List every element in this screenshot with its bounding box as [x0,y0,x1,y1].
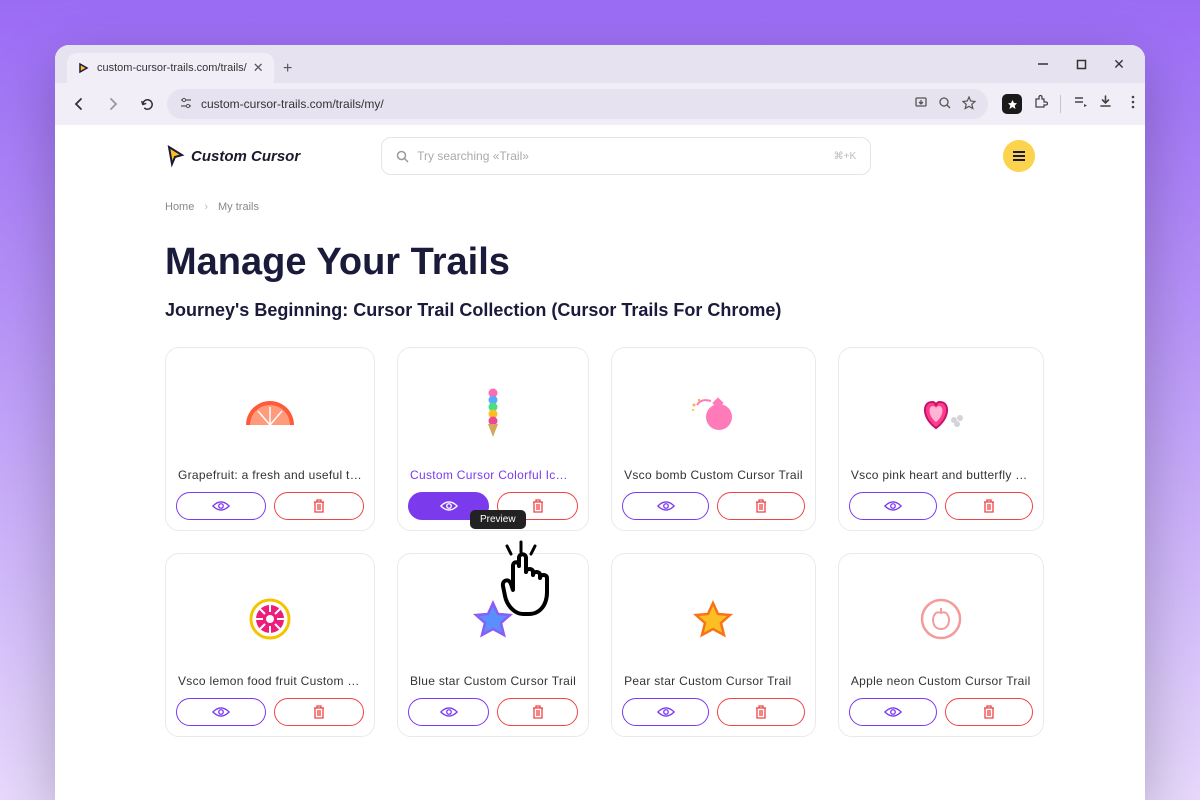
star-icon[interactable] [962,96,976,113]
new-tab-button[interactable]: + [274,55,302,83]
trail-thumbnail [849,358,1033,468]
minimize-icon[interactable] [1035,56,1051,72]
delete-button[interactable] [717,492,804,520]
delete-button[interactable] [274,698,364,726]
breadcrumb-current: My trails [218,201,259,213]
trail-title: Apple neon Custom Cursor Trail [849,674,1033,688]
preview-button[interactable] [622,492,709,520]
trail-title: Pear star Custom Cursor Trail [622,674,805,688]
trail-card: Vsco lemon food fruit Custom … [165,553,375,737]
trail-card: Pear star Custom Cursor Trail [611,553,816,737]
search-icon [396,150,409,163]
trail-title: Vsco lemon food fruit Custom … [176,674,364,688]
browser-tab-bar: custom-cursor-trails.com/trails/ ✕ + ✕ [55,45,1145,83]
search-shortcut: ⌘+K [834,151,857,162]
trail-thumbnail [849,564,1033,674]
trail-title: Blue star Custom Cursor Trail [408,674,578,688]
delete-button[interactable] [717,698,804,726]
maximize-icon[interactable] [1073,56,1089,72]
reload-button[interactable] [133,90,161,118]
zoom-icon[interactable] [938,96,952,113]
trail-thumbnail [176,564,364,674]
browser-tab[interactable]: custom-cursor-trails.com/trails/ ✕ [67,53,274,83]
hamburger-menu-button[interactable] [1003,140,1035,172]
preview-button[interactable] [622,698,709,726]
tab-title: custom-cursor-trails.com/trails/ [97,62,247,74]
delete-button[interactable] [497,698,578,726]
close-window-icon[interactable]: ✕ [1111,56,1127,72]
trail-card: Apple neon Custom Cursor Trail [838,553,1044,737]
page-subheading: Journey's Beginning: Cursor Trail Collec… [165,300,1035,321]
trail-card: Vsco pink heart and butterfly … [838,347,1044,531]
breadcrumb: Home › My trails [165,201,1035,213]
trail-thumbnail [176,358,364,468]
media-icon[interactable] [1073,94,1088,114]
logo-text: Custom Cursor [191,148,300,165]
extensions-icon[interactable] [1032,94,1048,115]
delete-button[interactable] [274,492,364,520]
address-bar: custom-cursor-trails.com/trails/my/ [55,83,1145,125]
delete-button[interactable] [945,492,1033,520]
favicon-icon [77,61,91,75]
trail-thumbnail [622,358,805,468]
preview-button[interactable] [849,698,937,726]
site-settings-icon[interactable] [179,96,193,113]
tab-close-icon[interactable]: ✕ [253,60,264,76]
site-logo[interactable]: Custom Cursor [165,144,300,168]
trail-thumbnail [408,564,578,674]
install-icon[interactable] [914,96,928,113]
url-field[interactable]: custom-cursor-trails.com/trails/my/ [167,89,988,119]
preview-button[interactable] [849,492,937,520]
back-button[interactable] [65,90,93,118]
search-placeholder: Try searching «Trail» [417,149,529,163]
extension-badge-icon[interactable] [1002,94,1022,114]
separator [1060,95,1061,113]
forward-button[interactable] [99,90,127,118]
more-icon[interactable] [1131,94,1135,115]
trail-thumbnail [622,564,805,674]
trail-title: Vsco pink heart and butterfly … [849,468,1033,482]
search-input[interactable]: Try searching «Trail» ⌘+K [381,137,871,175]
trail-title: Vsco bomb Custom Cursor Trail [622,468,805,482]
breadcrumb-home[interactable]: Home [165,201,194,213]
trail-title: Custom Cursor Colorful Ic… [408,468,578,482]
delete-button[interactable] [945,698,1033,726]
trail-thumbnail [408,358,578,468]
preview-tooltip: Preview [470,510,526,529]
hamburger-icon [1012,150,1026,162]
preview-button[interactable] [176,698,266,726]
chevron-right-icon: › [204,201,208,213]
window-controls: ✕ [1017,45,1145,83]
trail-card: Grapefruit: a fresh and useful t… [165,347,375,531]
trail-card: Blue star Custom Cursor Trail [397,553,589,737]
preview-button[interactable] [408,698,489,726]
url-text: custom-cursor-trails.com/trails/my/ [201,97,906,111]
trail-card: Vsco bomb Custom Cursor Trail [611,347,816,531]
download-icon[interactable] [1098,94,1113,114]
preview-button[interactable] [176,492,266,520]
page-heading: Manage Your Trails [165,241,1035,284]
trail-title: Grapefruit: a fresh and useful t… [176,468,364,482]
trail-grid: Grapefruit: a fresh and useful t… Custom… [165,347,1035,737]
trail-card: Custom Cursor Colorful Ic… [397,347,589,531]
